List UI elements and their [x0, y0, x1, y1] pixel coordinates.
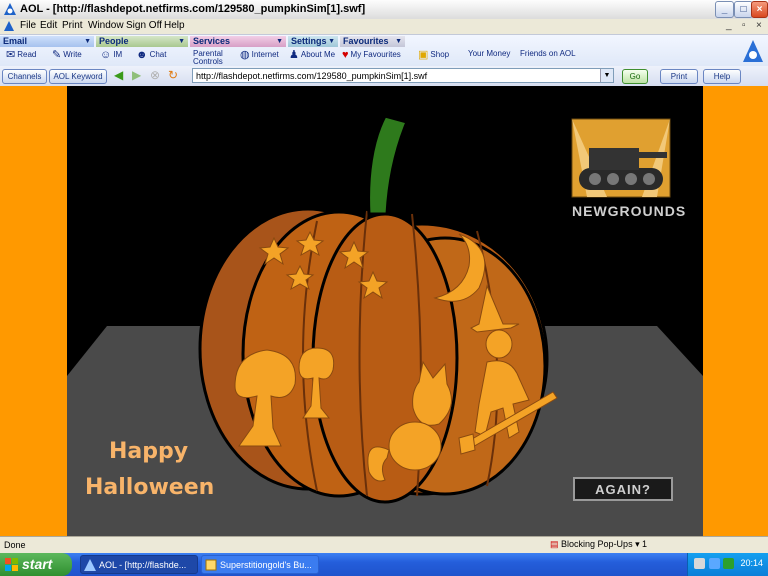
again-button[interactable]: AGAIN? — [573, 477, 673, 501]
status-text: Done — [4, 540, 26, 550]
popup-count: 1 — [642, 539, 648, 549]
tray-icon-3[interactable] — [723, 558, 734, 569]
pumpkin-scene: NEWGROUNDS Happy Halloween AGAIN? — [67, 114, 703, 536]
write-button[interactable]: ✎ Write — [52, 49, 82, 65]
aol-small-icon — [4, 21, 14, 31]
mail-icon: ✉ — [6, 49, 16, 61]
pumpkin-stem — [367, 114, 410, 216]
newgrounds-logo — [571, 118, 671, 198]
navigation-bar: Channels AOL Keyword ◀ ▶ ⊗ ↻ http://flas… — [0, 66, 768, 87]
person-icon: ♟ — [289, 49, 299, 61]
running-man-icon: ☺ — [100, 49, 112, 61]
my-favourites-button[interactable]: ♥ My Favourites — [342, 49, 401, 65]
reload-icon[interactable]: ↻ — [168, 69, 178, 82]
document-taskbar-icon — [205, 559, 217, 571]
mdi-close-icon[interactable]: × — [756, 20, 762, 31]
channels-button[interactable]: Channels — [2, 69, 47, 84]
toolbar-group-favourites: Favourites ▼ ♥ My Favourites ▣ Shop Your Mo… — [340, 36, 740, 66]
greeting-line-2: Halloween — [85, 475, 214, 500]
mdi-restore-icon[interactable]: ▫ — [742, 20, 746, 31]
windows-taskbar: start AOL - [http://flashde... Superstit… — [0, 553, 768, 576]
aol-keyword-button[interactable]: AOL Keyword — [49, 69, 107, 84]
close-button[interactable]: × — [751, 1, 768, 18]
globe-icon: ◍ — [240, 49, 250, 61]
title-bar[interactable]: AOL - [http://flashdepot.netfirms.com/12… — [0, 0, 768, 20]
parental-controls-button[interactable]: Parental Controls — [193, 50, 237, 66]
chevron-down-icon: ▾ — [635, 539, 640, 549]
menu-sign-off[interactable]: Sign Off — [126, 20, 162, 31]
shopping-bag-icon: ▣ — [418, 49, 429, 61]
print-button[interactable]: Print — [660, 69, 698, 84]
back-arrow-icon[interactable]: ◀ — [114, 69, 123, 82]
toolbar-group-settings: Settings ▼ ♟ About Me — [288, 36, 338, 66]
address-url: http://flashdepot.netfirms.com/129580_pu… — [196, 71, 428, 81]
forward-arrow-icon[interactable]: ▶ — [132, 69, 141, 82]
read-button[interactable]: ✉ Read — [6, 49, 36, 65]
go-button[interactable]: Go — [622, 69, 648, 84]
menu-window[interactable]: Window — [88, 20, 124, 31]
taskbar-item-aol[interactable]: AOL - [http://flashde... — [80, 555, 198, 574]
favourites-menu[interactable]: Favourites ▼ — [340, 36, 405, 47]
start-button[interactable]: start — [0, 553, 72, 576]
aol-logo-icon — [4, 3, 16, 15]
shop-button[interactable]: ▣ Shop — [418, 49, 449, 65]
tray-icon-1[interactable] — [694, 558, 705, 569]
window-title: AOL - [http://flashdepot.netfirms.com/12… — [20, 3, 366, 15]
pencil-icon: ✎ — [52, 49, 62, 61]
toolbar-group-email: Email ▼ ✉ Read ✎ Write — [0, 36, 94, 66]
tray-icon-2[interactable] — [709, 558, 720, 569]
chat-button[interactable]: ☻ Chat — [136, 49, 166, 65]
popup-blocker-menu[interactable]: ▤ Blocking Pop-Ups ▾ — [550, 539, 640, 550]
settings-menu[interactable]: Settings ▼ — [288, 36, 338, 47]
heart-icon: ♥ — [342, 49, 349, 61]
clock: 20:14 — [740, 558, 763, 568]
aol-triangle-logo-icon[interactable] — [742, 39, 764, 63]
chevron-down-icon[interactable]: ▼ — [600, 69, 613, 82]
greeting-line-1: Happy — [109, 439, 188, 464]
menu-file[interactable]: File — [20, 20, 36, 31]
toolbar-group-services: Services ▼ Parental Controls ◍ Internet — [190, 36, 286, 66]
again-label: AGAIN? — [595, 482, 651, 497]
help-button[interactable]: Help — [703, 69, 741, 84]
flash-stage[interactable]: NEWGROUNDS Happy Halloween AGAIN? — [67, 86, 703, 536]
newgrounds-brand-text: NEWGROUNDS — [572, 203, 686, 219]
popup-blocker-icon: ▤ — [550, 539, 559, 549]
address-bar[interactable]: http://flashdepot.netfirms.com/129580_pu… — [192, 68, 614, 83]
aol-toolbar: Email ▼ ✉ Read ✎ Write People ▼ ☺ IM ☻ Chat Se… — [0, 34, 768, 68]
taskbar-item-superstitiongold[interactable]: Superstitiongold's Bu... — [201, 555, 319, 574]
internet-button[interactable]: ◍ Internet — [240, 49, 279, 65]
start-label: start — [22, 556, 53, 572]
windows-flag-icon — [5, 558, 18, 571]
status-bar: Done ▤ Blocking Pop-Ups ▾ 1 — [0, 536, 768, 554]
services-menu[interactable]: Services ▼ — [190, 36, 286, 47]
minimize-button[interactable]: _ — [715, 1, 734, 18]
your-money-button[interactable]: Your Money — [468, 50, 518, 64]
aol-taskbar-icon — [84, 559, 96, 571]
browser-content: NEWGROUNDS Happy Halloween AGAIN? — [0, 86, 768, 536]
about-me-button[interactable]: ♟ About Me — [289, 49, 335, 65]
menu-help[interactable]: Help — [164, 20, 185, 31]
im-button[interactable]: ☺ IM — [100, 49, 122, 65]
system-tray: 20:14 — [687, 553, 768, 576]
mdi-minimize-icon[interactable]: _ — [726, 20, 732, 31]
menu-bar: File Edit Print Window Sign Off Help _ ▫… — [0, 19, 768, 34]
email-menu[interactable]: Email ▼ — [0, 36, 94, 47]
toolbar-group-people: People ▼ ☺ IM ☻ Chat — [96, 36, 188, 66]
menu-edit[interactable]: Edit — [40, 20, 57, 31]
menu-print[interactable]: Print — [62, 20, 83, 31]
chat-icon: ☻ — [136, 49, 148, 61]
friends-on-aol-button[interactable]: Friends on AOL — [520, 50, 580, 64]
people-menu[interactable]: People ▼ — [96, 36, 188, 47]
stop-icon[interactable]: ⊗ — [150, 69, 160, 82]
